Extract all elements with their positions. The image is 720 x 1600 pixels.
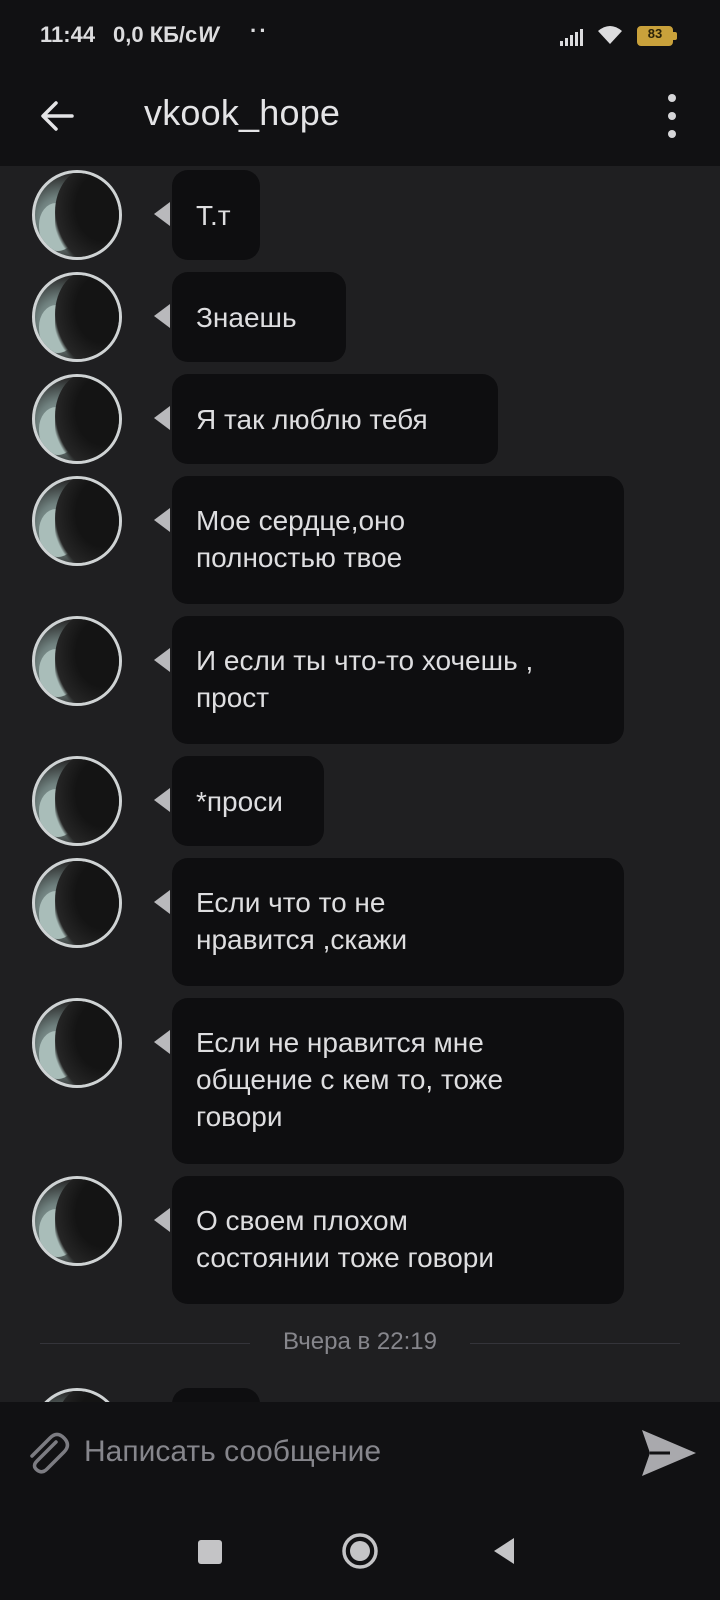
bubble-tail [154,202,170,226]
message-bubble[interactable]: Я так люблю тебя [172,374,498,464]
bubble-tail [154,890,170,914]
avatar[interactable] [32,170,122,260]
message-composer [0,1402,720,1502]
message-item: Мое сердце,оно полностью твое [0,476,720,604]
chat-header: vkook_hope [0,70,720,166]
chat-screen: 11:44 0,0 КБ/с W ·· 83 vkook_hope Т.т Зн… [0,0,720,1600]
message-item: Если что то не нравится ,скажи [0,858,720,986]
paperclip-icon[interactable] [20,1426,72,1478]
message-bubble[interactable]: О своем плохом состоянии тоже говори [172,1176,624,1304]
message-item: Знаешь [0,272,720,364]
message-item: Т.т [0,170,720,262]
status-time: 11:44 [40,22,96,47]
avatar[interactable] [32,858,122,948]
message-item-partial [0,1388,720,1402]
system-nav-bar [0,1502,720,1600]
bubble-tail [154,508,170,532]
avatar[interactable] [32,272,122,362]
avatar[interactable] [32,998,122,1088]
signal-icon [560,29,583,46]
message-item: Если не нравится мне общение с кем то, т… [0,998,720,1164]
message-bubble[interactable]: Мое сердце,оно полностью твое [172,476,624,604]
w-icon: W [198,22,219,47]
back-icon[interactable] [492,1536,516,1566]
more-vertical-icon[interactable] [650,90,694,142]
arrow-left-icon[interactable] [34,92,82,140]
message-item: О своем плохом состоянии тоже говори [0,1176,720,1304]
avatar[interactable] [32,476,122,566]
message-bubble[interactable]: *проси [172,756,324,846]
recents-icon[interactable] [198,1540,222,1564]
message-input[interactable] [84,1424,604,1480]
message-item: И если ты что-то хочешь , прост [0,616,720,744]
message-bubble[interactable] [172,1388,260,1402]
network-speed: 0,0 КБ/с [113,22,198,47]
message-list[interactable]: Т.т Знаешь Я так люблю тебя Мое сердце,о… [0,166,720,1402]
bubble-tail [154,304,170,328]
avatar[interactable] [32,756,122,846]
message-bubble[interactable]: Знаешь [172,272,346,362]
wifi-icon [598,26,622,44]
bubble-tail [154,406,170,430]
bubble-tail [154,1208,170,1232]
message-item: Я так люблю тебя [0,374,720,466]
bubble-tail [154,648,170,672]
message-bubble[interactable]: И если ты что-то хочешь , прост [172,616,624,744]
message-bubble[interactable]: Если не нравится мне общение с кем то, т… [172,998,624,1164]
date-divider: Вчера в 22:19 [40,1324,680,1364]
avatar[interactable] [32,1176,122,1266]
message-item: *проси [0,756,720,848]
battery-level: 83 [647,26,663,41]
avatar[interactable] [32,1388,122,1402]
send-icon[interactable] [640,1426,698,1480]
divider-line [470,1343,680,1344]
dots-icon: ·· [250,18,269,43]
message-bubble[interactable]: Т.т [172,170,260,260]
status-bar: 11:44 0,0 КБ/с W ·· 83 [0,0,720,70]
home-icon[interactable] [341,1532,379,1570]
divider-line [40,1343,250,1344]
bubble-tail [154,788,170,812]
date-divider-label: Вчера в 22:19 [283,1328,437,1355]
battery-icon: 83 [637,26,677,46]
avatar[interactable] [32,374,122,464]
bubble-tail [154,1030,170,1054]
chat-title[interactable]: vkook_hope [144,92,340,134]
message-bubble[interactable]: Если что то не нравится ,скажи [172,858,624,986]
avatar[interactable] [32,616,122,706]
